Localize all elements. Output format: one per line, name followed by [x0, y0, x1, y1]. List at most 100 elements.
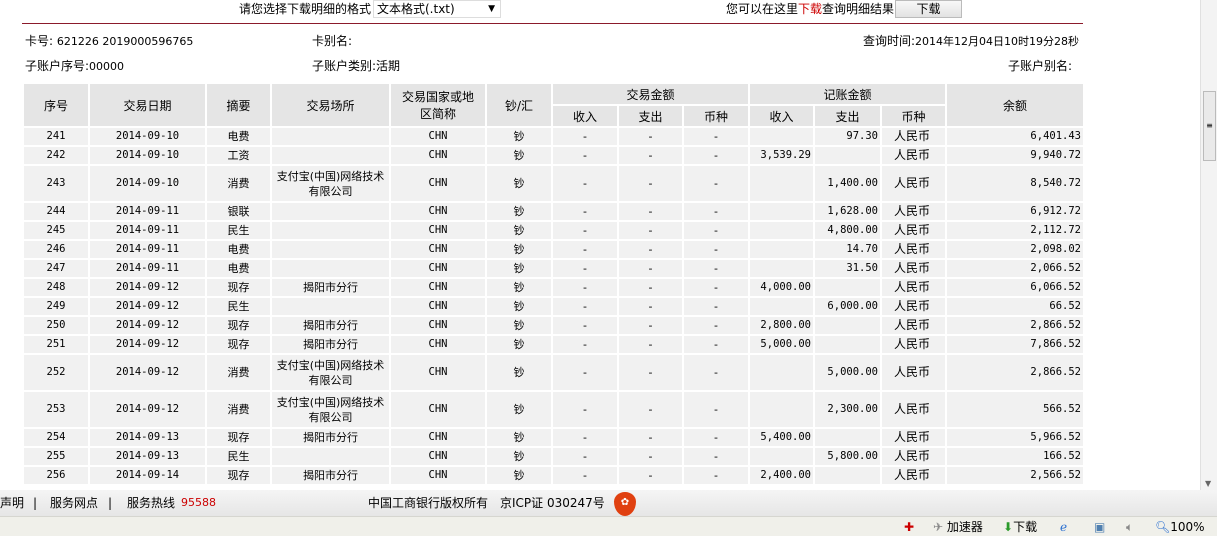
footer-copyright: 中国工商银行版权所有 [368, 496, 489, 510]
cell-place: 揭阳市分行 [270, 315, 391, 336]
cell-t-in: - [551, 164, 619, 203]
cell-b-in [748, 446, 815, 467]
cell-cash: 钞 [485, 353, 553, 392]
cell-t-in: - [551, 296, 619, 317]
cell-b-out: 31.50 [813, 258, 882, 279]
cell-t-in: - [551, 258, 619, 279]
cell-t-cur: - [682, 334, 750, 355]
cell-t-in: - [551, 220, 619, 241]
cell-t-out: - [617, 465, 684, 486]
cell-b-out: 1,628.00 [813, 201, 882, 222]
scroll-down-arrow-icon[interactable]: ▼ [1205, 479, 1211, 488]
cell-date: 2014-09-11 [88, 258, 207, 279]
cell-b-in [748, 258, 815, 279]
cell-place: 揭阳市分行 [270, 427, 391, 448]
cell-b-out [813, 334, 882, 355]
cell-t-out: - [617, 353, 684, 392]
footer-statement-link[interactable]: 声明 [0, 490, 24, 516]
cell-cash: 钞 [485, 201, 553, 222]
cell-balance: 2,866.52 [945, 315, 1085, 336]
cell-summary: 消费 [205, 390, 272, 429]
window-icon[interactable]: ▣ [1094, 517, 1105, 537]
cell-country: CHN [389, 390, 487, 429]
cell-country: CHN [389, 220, 487, 241]
cell-balance: 2,866.52 [945, 353, 1085, 392]
cell-summary: 消费 [205, 164, 272, 203]
scrollbar-thumb[interactable]: ≡ [1203, 91, 1216, 161]
police-badge-icon[interactable]: ✿ [614, 492, 636, 516]
header-book-expense: 支出 [813, 104, 882, 128]
header-place: 交易场所 [270, 82, 391, 128]
cell-t-cur: - [682, 164, 750, 203]
cell-t-in: - [551, 390, 619, 429]
cell-t-in: - [551, 315, 619, 336]
cell-b-out: 14.70 [813, 239, 882, 260]
cell-place: 揭阳市分行 [270, 334, 391, 355]
cell-seq: 245 [22, 220, 90, 241]
cell-t-out: - [617, 239, 684, 260]
zoom-control[interactable]: 🔍︎100% [1155, 517, 1205, 537]
download-hint-post: 查询明细结果 [822, 2, 895, 16]
cell-place [270, 201, 391, 222]
cell-t-in: - [551, 277, 619, 298]
cell-t-cur: - [682, 315, 750, 336]
query-time-value: 2014年12月04日10时19分28秒 [915, 35, 1080, 48]
plus-icon[interactable]: ✚ [904, 517, 914, 537]
cell-balance: 2,066.52 [945, 258, 1085, 279]
format-prompt: 请您选择下载明细的格式 [239, 2, 372, 16]
footer-outlets-link[interactable]: 服务网点 [50, 490, 98, 516]
magnifier-icon: 🔍︎ [1155, 520, 1171, 534]
cell-cash: 钞 [485, 220, 553, 241]
card-no-label: 卡号: [25, 34, 54, 48]
cell-b-cur: 人民币 [880, 353, 947, 392]
cell-date: 2014-09-12 [88, 315, 207, 336]
cell-b-in [748, 201, 815, 222]
cell-b-out: 5,800.00 [813, 446, 882, 467]
cell-seq: 256 [22, 465, 90, 486]
chevron-down-icon: ▼ [488, 4, 495, 14]
cell-b-out: 2,300.00 [813, 390, 882, 429]
cell-summary: 民生 [205, 296, 272, 317]
cell-b-in: 5,000.00 [748, 334, 815, 355]
cell-t-out: - [617, 334, 684, 355]
footer-separator: | [108, 496, 113, 510]
cell-date: 2014-09-12 [88, 353, 207, 392]
cell-t-in: - [551, 353, 619, 392]
header-trade-amount: 交易金额 [551, 82, 750, 106]
table-row: 245 2014-09-11 民生 CHN 钞 - - -4,800.00 人民币 2,112.7… [22, 220, 1085, 241]
cell-country: CHN [389, 164, 487, 203]
cell-b-cur: 人民币 [880, 334, 947, 355]
cell-balance: 566.52 [945, 390, 1085, 429]
cell-t-cur: - [682, 296, 750, 317]
cell-summary: 电费 [205, 126, 272, 147]
cell-b-cur: 人民币 [880, 296, 947, 317]
table-row: 253 2014-09-12 消费 支付宝(中国)网络技术有限公司 CHN 钞 - - -2,3… [22, 390, 1085, 429]
cell-place: 支付宝(中国)网络技术有限公司 [270, 390, 391, 429]
cell-country: CHN [389, 446, 487, 467]
cell-date: 2014-09-10 [88, 164, 207, 203]
vertical-scrollbar[interactable]: ≡ ▼ [1200, 0, 1217, 490]
header-book-income: 收入 [748, 104, 815, 128]
cell-t-cur: - [682, 427, 750, 448]
download-button[interactable]: 下载 [895, 0, 962, 18]
ie-icon[interactable]: ℯ [1060, 517, 1067, 537]
cell-t-in: - [551, 239, 619, 260]
cell-t-out: - [617, 145, 684, 166]
cell-date: 2014-09-14 [88, 465, 207, 486]
download-status-button[interactable]: ⬇下载 [1003, 517, 1037, 537]
cell-balance: 66.52 [945, 296, 1085, 317]
download-arrow-icon: ⬇ [1003, 520, 1014, 534]
cell-cash: 钞 [485, 446, 553, 467]
download-status-label: 下载 [1013, 520, 1038, 534]
cell-t-in: - [551, 427, 619, 448]
header-trade-income: 收入 [551, 104, 619, 128]
format-select[interactable]: 文本格式(.txt) ▼ [373, 0, 501, 18]
accelerator-button[interactable]: ✈ 加速器 [933, 517, 983, 537]
cell-t-cur: - [682, 446, 750, 467]
card-no: 卡号: 621226 2019000596765 [25, 32, 193, 49]
download-link[interactable]: 下载 [798, 2, 822, 16]
cell-t-out: - [617, 201, 684, 222]
cell-b-cur: 人民币 [880, 277, 947, 298]
cell-b-cur: 人民币 [880, 145, 947, 166]
speaker-icon[interactable]: 🔈︎ [1126, 517, 1133, 537]
